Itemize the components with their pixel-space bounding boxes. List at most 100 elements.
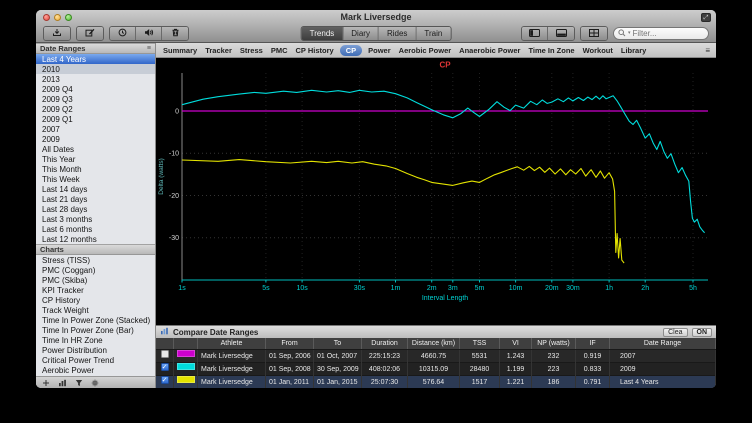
history-button[interactable] — [110, 27, 136, 40]
date-range-item[interactable]: All Dates — [36, 144, 155, 154]
tab-library[interactable]: Library — [617, 46, 650, 55]
column-header: NP (watts) — [532, 338, 576, 349]
cell-np: 232 — [532, 350, 576, 363]
row-checkbox[interactable]: ✓ — [161, 376, 169, 384]
date-range-item[interactable]: This Month — [36, 164, 155, 174]
svg-text:Delta (watts): Delta (watts) — [158, 158, 165, 194]
tab-time-in-zone[interactable]: Time In Zone — [524, 46, 578, 55]
chart-list-item[interactable]: PMC (Coggan) — [36, 265, 155, 275]
tab-workout[interactable]: Workout — [579, 46, 617, 55]
checkbox-cell: ✓ — [156, 376, 174, 388]
menu-icon[interactable]: ≡ — [147, 45, 151, 52]
series-color-swatch — [177, 363, 195, 370]
compare-row[interactable]: ✓Mark Liversedge01 Sep, 200830 Sep, 2009… — [156, 362, 716, 375]
chart-list-item[interactable]: Power Distribution — [36, 345, 155, 355]
close-button[interactable] — [43, 14, 50, 21]
delete-button[interactable] — [162, 27, 188, 40]
chart-list-item[interactable]: Time In HR Zone — [36, 335, 155, 345]
tab-aerobic-power[interactable]: Aerobic Power — [395, 46, 456, 55]
import-button-group — [43, 26, 71, 41]
window-body: Date Ranges ≡ Last 4 Years201020132009 Q… — [36, 43, 716, 388]
chart-list-item[interactable]: Stress (TISS) — [36, 255, 155, 265]
date-range-item[interactable]: 2013 — [36, 74, 155, 84]
compare-row[interactable]: ✓Mark Liversedge01 Jan, 201101 Jan, 2015… — [156, 375, 716, 388]
date-range-item[interactable]: This Week — [36, 174, 155, 184]
import-button[interactable] — [44, 27, 70, 40]
compose-button[interactable] — [77, 27, 103, 40]
cell-if: 0.919 — [576, 350, 610, 363]
tile-layout-button[interactable] — [581, 27, 607, 40]
cell-athlete: Mark Liversedge — [198, 363, 266, 376]
date-range-item[interactable]: This Year — [36, 154, 155, 164]
compose-button-group — [76, 26, 104, 41]
toggle-sidebar-button[interactable] — [522, 27, 548, 40]
cell-np: 223 — [532, 363, 576, 376]
date-range-item[interactable]: Last 14 days — [36, 184, 155, 194]
chart-list-item[interactable]: PMC (Skiba) — [36, 275, 155, 285]
date-ranges-header: Date Ranges ≡ — [36, 43, 155, 54]
date-range-item[interactable]: 2010 — [36, 64, 155, 74]
row-checkbox[interactable]: ✓ — [161, 363, 169, 371]
add-button[interactable] — [42, 374, 50, 389]
tab-menu-icon[interactable]: ≡ — [702, 46, 713, 55]
column-header: TSS — [460, 338, 500, 349]
svg-text:1s: 1s — [178, 285, 186, 292]
compare-header: Compare Date Ranges Clea ON — [156, 326, 716, 338]
audio-button[interactable] — [136, 27, 162, 40]
svg-text:2h: 2h — [641, 285, 649, 292]
toggle-bottom-panel-button[interactable] — [548, 27, 574, 40]
date-range-item[interactable]: 2009 Q1 — [36, 114, 155, 124]
fullscreen-button[interactable]: ⤢ — [701, 13, 711, 22]
date-range-item[interactable]: Last 21 days — [36, 194, 155, 204]
tab-pmc[interactable]: PMC — [267, 46, 292, 55]
zoom-button[interactable] — [65, 14, 72, 21]
view-tab-train[interactable]: Train — [416, 27, 450, 40]
cp-chart[interactable]: 0-10-20-301s5s10s30s1m2m3m5m10m20m30m1h2… — [156, 58, 716, 325]
svg-text:5h: 5h — [689, 285, 697, 292]
compare-row[interactable]: Mark Liversedge01 Sep, 200601 Oct, 20072… — [156, 349, 716, 362]
chart-list-item[interactable]: Time In Power Zone (Stacked) — [36, 315, 155, 325]
minimize-button[interactable] — [54, 14, 61, 21]
tab-summary[interactable]: Summary — [159, 46, 201, 55]
svg-text:30s: 30s — [354, 285, 366, 292]
view-tab-rides[interactable]: Rides — [379, 27, 416, 40]
date-range-item[interactable]: Last 3 months — [36, 214, 155, 224]
filter-field[interactable]: ▾ — [613, 27, 709, 40]
chart-button[interactable] — [58, 374, 67, 389]
date-range-item[interactable]: 2009 — [36, 134, 155, 144]
compare-on-toggle[interactable]: ON — [692, 328, 713, 337]
filter-button[interactable] — [75, 374, 83, 389]
chart-list-item[interactable]: CP History — [36, 295, 155, 305]
cell-np: 186 — [532, 376, 576, 388]
compare-table-header: AthleteFromToDurationDistance (km)TSSVIN… — [156, 338, 716, 349]
cell-distance: 10315.09 — [408, 363, 460, 376]
tab-cp[interactable]: CP — [340, 45, 362, 56]
tab-anaerobic-power[interactable]: Anaerobic Power — [455, 46, 524, 55]
tab-tracker[interactable]: Tracker — [201, 46, 236, 55]
date-range-item[interactable]: 2009 Q2 — [36, 104, 155, 114]
svg-text:5s: 5s — [262, 285, 270, 292]
clear-button[interactable]: Clea — [663, 328, 687, 337]
settings-button[interactable] — [91, 374, 99, 389]
tab-bar: SummaryTrackerStressPMCCP HistoryCPPower… — [156, 43, 716, 58]
chart-list-item[interactable]: Time In Power Zone (Bar) — [36, 325, 155, 335]
cell-from: 01 Sep, 2008 — [266, 363, 314, 376]
tab-stress[interactable]: Stress — [236, 46, 267, 55]
chart-list-item[interactable]: Track Weight — [36, 305, 155, 315]
view-tab-trends[interactable]: Trends — [302, 27, 344, 40]
filter-input[interactable] — [633, 29, 704, 38]
date-range-item[interactable]: 2009 Q4 — [36, 84, 155, 94]
view-tab-diary[interactable]: Diary — [343, 27, 379, 40]
chart-list-item[interactable]: Critical Power Trend — [36, 355, 155, 365]
date-range-item[interactable]: Last 28 days — [36, 204, 155, 214]
cell-duration: 25:07:30 — [362, 376, 408, 388]
date-range-item[interactable]: 2007 — [36, 124, 155, 134]
date-range-item[interactable]: Last 12 months — [36, 234, 155, 244]
date-range-item[interactable]: 2009 Q3 — [36, 94, 155, 104]
date-range-item[interactable]: Last 6 months — [36, 224, 155, 234]
chart-list-item[interactable]: KPI Tracker — [36, 285, 155, 295]
tab-cp-history[interactable]: CP History — [292, 46, 338, 55]
date-range-item[interactable]: Last 4 Years — [36, 54, 155, 64]
tab-power[interactable]: Power — [364, 46, 395, 55]
row-checkbox[interactable] — [161, 350, 169, 358]
